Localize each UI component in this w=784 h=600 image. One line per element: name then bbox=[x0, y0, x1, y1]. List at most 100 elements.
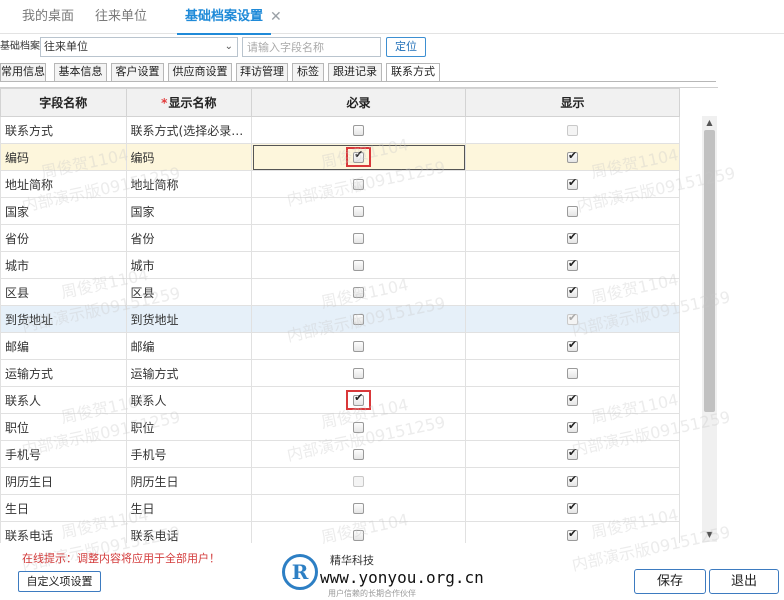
required-cell[interactable] bbox=[251, 170, 467, 198]
locate-button[interactable]: 定位 bbox=[386, 37, 426, 57]
show-checkbox[interactable] bbox=[567, 338, 579, 352]
show-cell[interactable] bbox=[465, 251, 680, 279]
show-cell[interactable] bbox=[465, 224, 680, 252]
table-row[interactable]: 职位 职位 bbox=[0, 413, 680, 441]
display-name-cell[interactable]: 编码 bbox=[125, 143, 253, 171]
table-row[interactable]: 联系方式 联系方式(选择必录… bbox=[0, 116, 680, 144]
table-row[interactable]: 生日 生日 bbox=[0, 494, 680, 522]
show-cell[interactable] bbox=[465, 116, 680, 144]
show-cell[interactable] bbox=[465, 170, 680, 198]
show-cell[interactable] bbox=[465, 278, 680, 306]
show-checkbox[interactable] bbox=[567, 368, 579, 379]
required-checkbox[interactable] bbox=[353, 233, 365, 244]
exit-button[interactable]: 退出 bbox=[709, 569, 779, 594]
save-button[interactable]: 保存 bbox=[634, 569, 706, 594]
scroll-thumb[interactable] bbox=[704, 130, 715, 412]
display-name-cell[interactable]: 地址简称 bbox=[125, 170, 253, 198]
required-cell[interactable] bbox=[251, 278, 467, 306]
show-checkbox[interactable] bbox=[567, 419, 579, 433]
show-cell[interactable] bbox=[465, 197, 680, 225]
display-name-cell[interactable]: 省份 bbox=[125, 224, 253, 252]
table-row[interactable]: 手机号 手机号 bbox=[0, 440, 680, 468]
close-icon[interactable]: ✕ bbox=[270, 0, 282, 34]
display-name-cell[interactable]: 职位 bbox=[125, 413, 253, 441]
required-cell[interactable] bbox=[251, 494, 467, 522]
display-name-cell[interactable]: 到货地址 bbox=[125, 305, 253, 333]
required-checkbox[interactable] bbox=[353, 503, 365, 514]
scroll-down-arrow-icon[interactable]: ▼ bbox=[702, 528, 717, 542]
display-name-cell[interactable]: 阴历生日 bbox=[125, 467, 253, 495]
required-checkbox[interactable] bbox=[353, 125, 365, 136]
subtab-customer-settings[interactable]: 客户设置 bbox=[111, 63, 164, 81]
required-cell[interactable] bbox=[251, 467, 467, 495]
required-cell[interactable] bbox=[251, 440, 467, 468]
required-cell[interactable] bbox=[251, 386, 467, 414]
required-cell[interactable] bbox=[251, 116, 467, 144]
required-checkbox[interactable] bbox=[353, 392, 365, 406]
display-name-cell[interactable]: 联系方式(选择必录… bbox=[125, 116, 253, 144]
show-checkbox[interactable] bbox=[567, 473, 579, 487]
required-checkbox[interactable] bbox=[353, 260, 365, 271]
required-checkbox[interactable] bbox=[353, 530, 365, 541]
required-checkbox[interactable] bbox=[353, 179, 365, 190]
table-row[interactable]: 运输方式 运输方式 bbox=[0, 359, 680, 387]
table-row[interactable]: 到货地址 到货地址 bbox=[0, 305, 680, 333]
required-checkbox[interactable] bbox=[353, 314, 365, 325]
show-cell[interactable] bbox=[465, 143, 680, 171]
table-row[interactable]: 编码 编码 bbox=[0, 143, 680, 171]
subtab-follow-up[interactable]: 跟进记录 bbox=[328, 63, 382, 81]
show-cell[interactable] bbox=[465, 494, 680, 522]
required-checkbox[interactable] bbox=[353, 206, 365, 217]
show-cell[interactable] bbox=[465, 467, 680, 495]
show-cell[interactable] bbox=[465, 521, 680, 543]
show-cell[interactable] bbox=[465, 305, 680, 333]
subtab-contact-method[interactable]: 联系方式 bbox=[386, 63, 440, 82]
col-header-show[interactable]: 显示 bbox=[465, 88, 680, 117]
tab-basic-archive-settings[interactable]: 基础档案设置 bbox=[176, 0, 272, 35]
show-checkbox[interactable] bbox=[567, 527, 579, 541]
subtab-common-info[interactable]: 常用信息 bbox=[0, 63, 46, 81]
display-name-cell[interactable]: 生日 bbox=[125, 494, 253, 522]
required-cell[interactable] bbox=[251, 521, 467, 543]
required-cell[interactable] bbox=[251, 197, 467, 225]
table-row[interactable]: 联系人 联系人 bbox=[0, 386, 680, 414]
table-row[interactable]: 区县 区县 bbox=[0, 278, 680, 306]
display-name-cell[interactable]: 区县 bbox=[125, 278, 253, 306]
show-checkbox[interactable] bbox=[567, 392, 579, 406]
col-header-display-name[interactable]: *显示名称 bbox=[125, 88, 253, 117]
table-row[interactable]: 邮编 邮编 bbox=[0, 332, 680, 360]
required-cell[interactable] bbox=[251, 332, 467, 360]
show-cell[interactable] bbox=[465, 440, 680, 468]
required-checkbox[interactable] bbox=[353, 149, 365, 163]
display-name-cell[interactable]: 城市 bbox=[125, 251, 253, 279]
subtab-visit-management[interactable]: 拜访管理 bbox=[236, 63, 288, 81]
show-cell[interactable] bbox=[465, 332, 680, 360]
required-cell[interactable] bbox=[251, 305, 467, 333]
show-cell[interactable] bbox=[465, 359, 680, 387]
required-cell[interactable] bbox=[251, 413, 467, 441]
required-checkbox[interactable] bbox=[353, 422, 365, 433]
required-checkbox[interactable] bbox=[353, 341, 365, 352]
display-name-cell[interactable]: 联系电话 bbox=[125, 521, 253, 543]
show-checkbox[interactable] bbox=[567, 230, 579, 244]
required-cell[interactable] bbox=[251, 143, 467, 171]
table-row[interactable]: 省份 省份 bbox=[0, 224, 680, 252]
vertical-scrollbar[interactable]: ▲ ▼ bbox=[702, 116, 717, 542]
show-checkbox[interactable] bbox=[567, 149, 579, 163]
required-checkbox[interactable] bbox=[353, 287, 365, 298]
field-search-input[interactable] bbox=[242, 37, 381, 57]
subtab-basic-info[interactable]: 基本信息 bbox=[54, 63, 107, 81]
show-checkbox[interactable] bbox=[567, 206, 579, 217]
show-cell[interactable] bbox=[465, 386, 680, 414]
table-row[interactable]: 联系电话 联系电话 bbox=[0, 521, 680, 543]
table-row[interactable]: 城市 城市 bbox=[0, 251, 680, 279]
scroll-up-arrow-icon[interactable]: ▲ bbox=[702, 116, 717, 130]
display-name-cell[interactable]: 国家 bbox=[125, 197, 253, 225]
table-row[interactable]: 地址简称 地址简称 bbox=[0, 170, 680, 198]
display-name-cell[interactable]: 运输方式 bbox=[125, 359, 253, 387]
table-row[interactable]: 国家 国家 bbox=[0, 197, 680, 225]
required-cell[interactable] bbox=[251, 359, 467, 387]
custom-items-button[interactable]: 自定义项设置 bbox=[18, 571, 101, 592]
show-checkbox[interactable] bbox=[567, 284, 579, 298]
show-checkbox[interactable] bbox=[567, 446, 579, 460]
